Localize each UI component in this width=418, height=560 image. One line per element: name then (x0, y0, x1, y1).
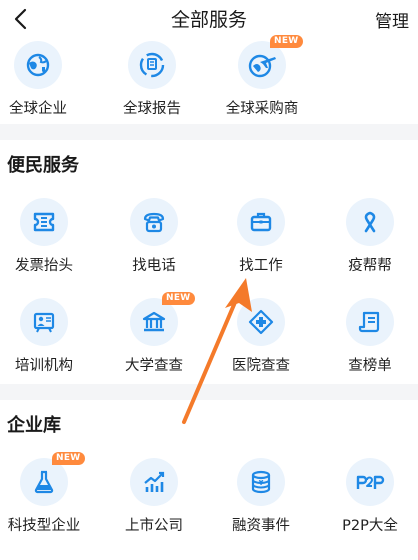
service-item-invoice-title[interactable]: 发票抬头 (0, 198, 96, 290)
new-badge: NEW (52, 452, 85, 465)
service-item-find-phone[interactable]: 找电话 (102, 198, 206, 290)
manage-button[interactable]: 管理 (375, 7, 409, 32)
service-item-find-job[interactable]: 找工作 (209, 198, 313, 290)
globe-pin-icon (14, 41, 62, 89)
nav-bar: 全部服务 管理 (0, 0, 418, 38)
service-label: 上市公司 (125, 518, 183, 534)
service-item-rankings[interactable]: 查榜单 (318, 298, 418, 390)
new-badge: NEW (270, 35, 303, 48)
section-divider (0, 124, 418, 140)
service-item-training-org[interactable]: 培训机构 (0, 298, 96, 390)
service-item-university-search[interactable]: NEW 大学查查 (102, 292, 206, 390)
service-label: 找电话 (132, 258, 176, 274)
scroll-list-icon (346, 298, 394, 346)
service-label: 培训机构 (15, 358, 73, 374)
service-item-global-enterprise[interactable]: 全球企业 (0, 41, 90, 133)
section-title-enterprise-library: 企业库 (7, 415, 61, 436)
service-item-tech-enterprise[interactable]: NEW 科技型企业 (0, 452, 96, 550)
service-item-financing-events[interactable]: ¥ 融资事件 (209, 458, 313, 550)
globe-plane-icon (238, 41, 286, 89)
hospital-cross-icon (237, 298, 285, 346)
rising-chart-icon (130, 458, 178, 506)
coin-stack-icon: ¥ (237, 458, 285, 506)
service-item-p2p[interactable]: P2P大全 (318, 458, 418, 550)
service-label: 全球企业 (9, 101, 67, 117)
telephone-icon (130, 198, 178, 246)
globe-report-icon (128, 41, 176, 89)
service-item-global-buyer[interactable]: NEW 全球采购商 (210, 35, 314, 133)
briefcase-icon (237, 198, 285, 246)
global-services-row: 全球企业 全球报告 NEW 全球采购商 (0, 35, 418, 120)
service-label: 医院查查 (232, 358, 290, 374)
service-label: 发票抬头 (15, 258, 73, 274)
service-item-global-report[interactable]: 全球报告 (100, 41, 204, 133)
training-board-icon (20, 298, 68, 346)
svg-text:¥: ¥ (259, 479, 264, 487)
page-title: 全部服务 (170, 9, 247, 31)
service-label: 疫帮帮 (348, 258, 392, 274)
service-label: 全球报告 (123, 101, 181, 117)
university-icon (130, 298, 178, 346)
service-label: 大学查查 (125, 358, 183, 374)
flask-icon (20, 458, 68, 506)
service-item-hospital-search[interactable]: 医院查查 (209, 298, 313, 390)
service-item-epidemic-help[interactable]: 疫帮帮 (318, 198, 418, 290)
new-badge: NEW (162, 292, 195, 305)
service-label: 融资事件 (232, 518, 290, 534)
ticket-icon (20, 198, 68, 246)
service-label: 找工作 (239, 258, 283, 274)
service-label: P2P大全 (342, 518, 398, 534)
service-label: 科技型企业 (7, 518, 81, 534)
service-label: 查榜单 (348, 358, 392, 374)
service-label: 全球采购商 (225, 101, 299, 117)
ribbon-icon (346, 198, 394, 246)
section-title-convenience: 便民服务 (7, 155, 79, 176)
p2p-icon (346, 458, 394, 506)
service-item-listed-company[interactable]: 上市公司 (102, 458, 206, 550)
section-divider (0, 384, 418, 400)
